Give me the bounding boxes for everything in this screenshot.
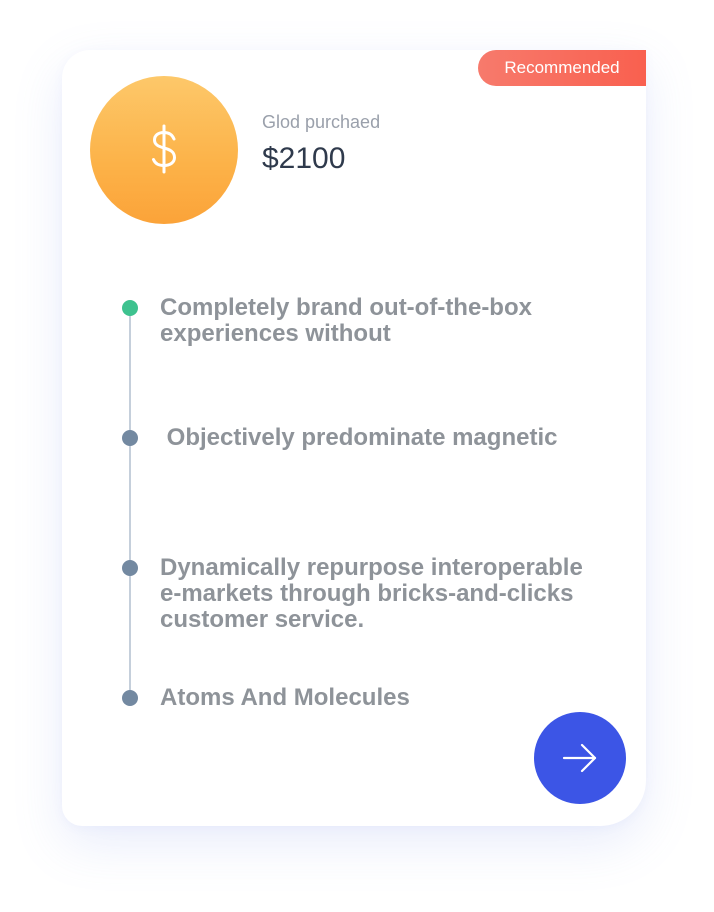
feature-item-3: Dynamically repurpose interoperable e-ma…: [160, 554, 583, 633]
arrow-right-icon: [562, 743, 597, 773]
plan-card: Recommended Glod purchaed $2100 Complete…: [62, 50, 646, 826]
purchase-label: Glod purchaed: [262, 112, 381, 132]
timeline-line: [129, 308, 131, 698]
timeline-dot: [122, 560, 138, 576]
recommended-badge: Recommended: [478, 50, 646, 86]
feature-item-1: Completely brand out-of-the-box experien…: [160, 294, 532, 347]
timeline-dot: [122, 690, 138, 706]
purchase-amount: $2100: [262, 142, 346, 175]
dollar-icon: [90, 76, 238, 224]
next-button[interactable]: [534, 712, 626, 804]
timeline-dot: [122, 430, 138, 446]
feature-item-2: Objectively predominate magnetic: [160, 424, 558, 451]
timeline-dot-active: [122, 300, 138, 316]
feature-item-4: Atoms And Molecules: [160, 684, 410, 711]
